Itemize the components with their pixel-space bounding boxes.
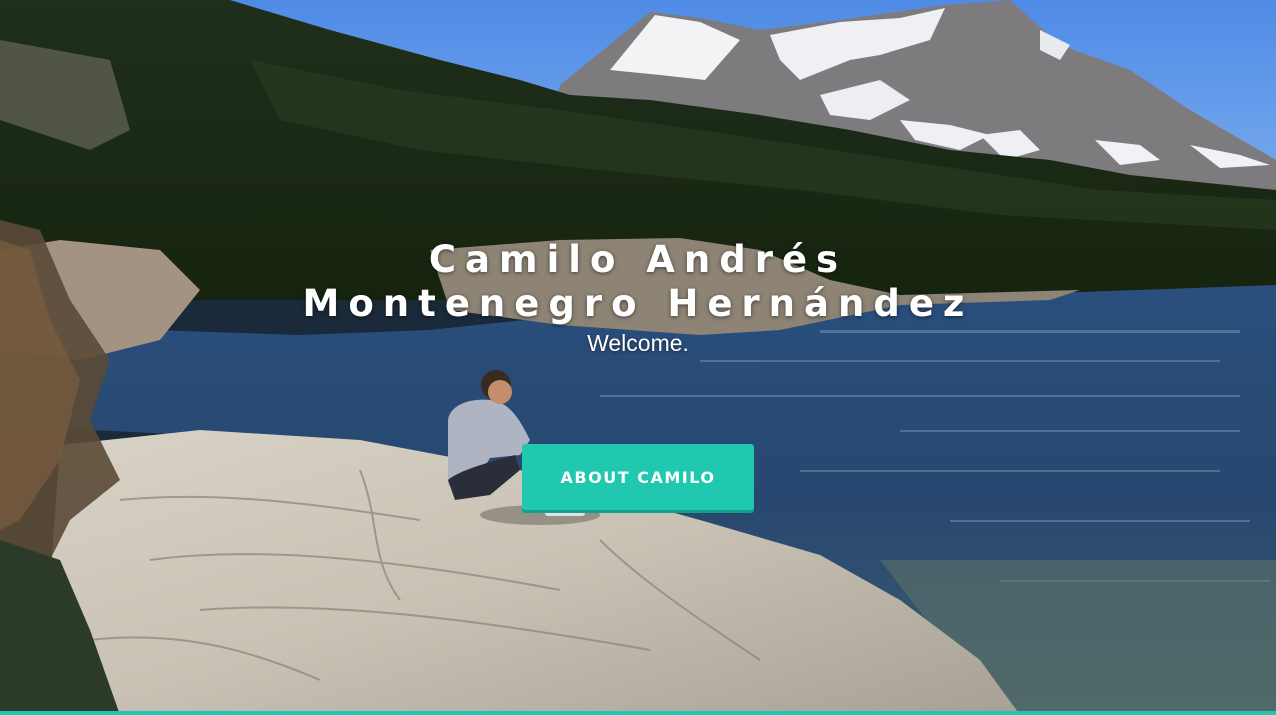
hero-subtitle: Welcome. [587, 330, 689, 356]
hero-section: Camilo Andrés Montenegro Hernández Welco… [0, 0, 1276, 715]
hero-title: Camilo Andrés Montenegro Hernández [0, 238, 1276, 326]
hero-title-line2: Montenegro Hernández [302, 282, 974, 325]
bottom-accent-bar [0, 711, 1276, 715]
hero-background-photo [0, 0, 1276, 715]
about-camilo-button[interactable]: ABOUT CAMILO [522, 444, 754, 510]
hero-title-line1: Camilo Andrés [428, 238, 848, 281]
hero-content: Camilo Andrés Montenegro Hernández Welco… [0, 238, 1276, 357]
